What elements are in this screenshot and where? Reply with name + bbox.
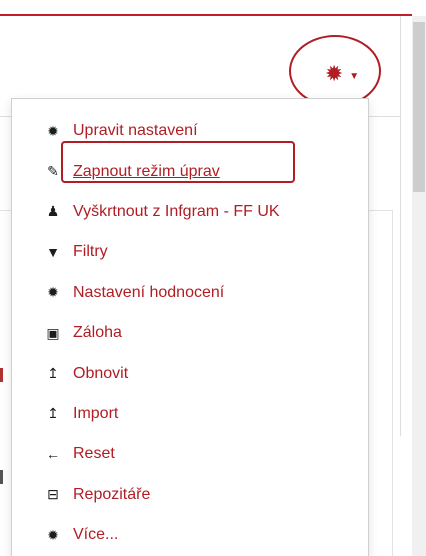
menu-item-label: Zapnout režim úprav bbox=[73, 162, 220, 180]
menu-item-reset[interactable]: ← Reset bbox=[12, 434, 368, 474]
menu-item-vice[interactable]: ✹ Více... bbox=[12, 515, 368, 555]
caret-down-icon: ▼ bbox=[349, 70, 360, 82]
upload-arrow-icon: ↥ bbox=[47, 405, 59, 422]
menu-item-nastaveni-hodnoceni[interactable]: ✹ Nastavení hodnocení bbox=[12, 273, 368, 313]
menu-item-import[interactable]: ↥ Import bbox=[12, 394, 368, 434]
menu-item-label: Import bbox=[73, 404, 119, 422]
user-icon: ♟ bbox=[46, 203, 60, 220]
arrow-left-icon: ← bbox=[46, 446, 60, 463]
menu-item-label: Více... bbox=[73, 526, 119, 544]
gear-icon: ✹ bbox=[47, 526, 59, 543]
scrollbar-thumb[interactable] bbox=[413, 22, 425, 192]
menu-item-label: Repozitáře bbox=[73, 485, 151, 503]
menu-item-label: Vyškrtnout z Infgram - FF UK bbox=[73, 202, 280, 220]
menu-item-vyskrtnout[interactable]: ♟ Vyškrtnout z Infgram - FF UK bbox=[12, 192, 368, 232]
left-edge-mark bbox=[0, 368, 3, 382]
menu-item-repozitare[interactable]: ⊟ Repozitáře bbox=[12, 475, 368, 515]
upload-arrow-icon: ↥ bbox=[47, 365, 59, 382]
menu-item-zaloha[interactable]: ▣ Záloha bbox=[12, 313, 368, 353]
menu-item-label: Obnovit bbox=[73, 364, 129, 382]
menu-item-label: Reset bbox=[73, 445, 115, 463]
filter-icon: ▼ bbox=[46, 244, 60, 261]
gear-icon: ✹ bbox=[47, 284, 59, 301]
file-icon: ▣ bbox=[46, 324, 60, 341]
menu-item-label: Filtry bbox=[73, 243, 108, 261]
settings-gear-button[interactable]: ✹ ▼ bbox=[297, 50, 387, 98]
menu-item-zapnout-rezim-uprav[interactable]: ✎ Zapnout režim úprav bbox=[12, 151, 368, 191]
hdd-icon: ⊟ bbox=[47, 486, 59, 503]
menu-item-label: Záloha bbox=[73, 324, 122, 342]
gear-icon: ✹ bbox=[47, 122, 59, 139]
menu-item-filtry[interactable]: ▼ Filtry bbox=[12, 232, 368, 272]
left-edge-mark bbox=[0, 470, 3, 484]
menu-item-upravit-nastaveni[interactable]: ✹ Upravit nastavení bbox=[12, 111, 368, 151]
menu-item-obnovit[interactable]: ↥ Obnovit bbox=[12, 353, 368, 393]
menu-item-label: Upravit nastavení bbox=[73, 122, 198, 140]
gear-icon: ✹ bbox=[324, 61, 344, 86]
menu-item-label: Nastavení hodnocení bbox=[73, 283, 225, 301]
pencil-icon: ✎ bbox=[47, 163, 59, 180]
settings-dropdown-menu: ✹ Upravit nastavení ✎ Zapnout režim úpra… bbox=[11, 98, 369, 556]
page: ✹ ▼ ✹ Upravit nastavení ✎ Zapnout režim … bbox=[0, 0, 426, 556]
